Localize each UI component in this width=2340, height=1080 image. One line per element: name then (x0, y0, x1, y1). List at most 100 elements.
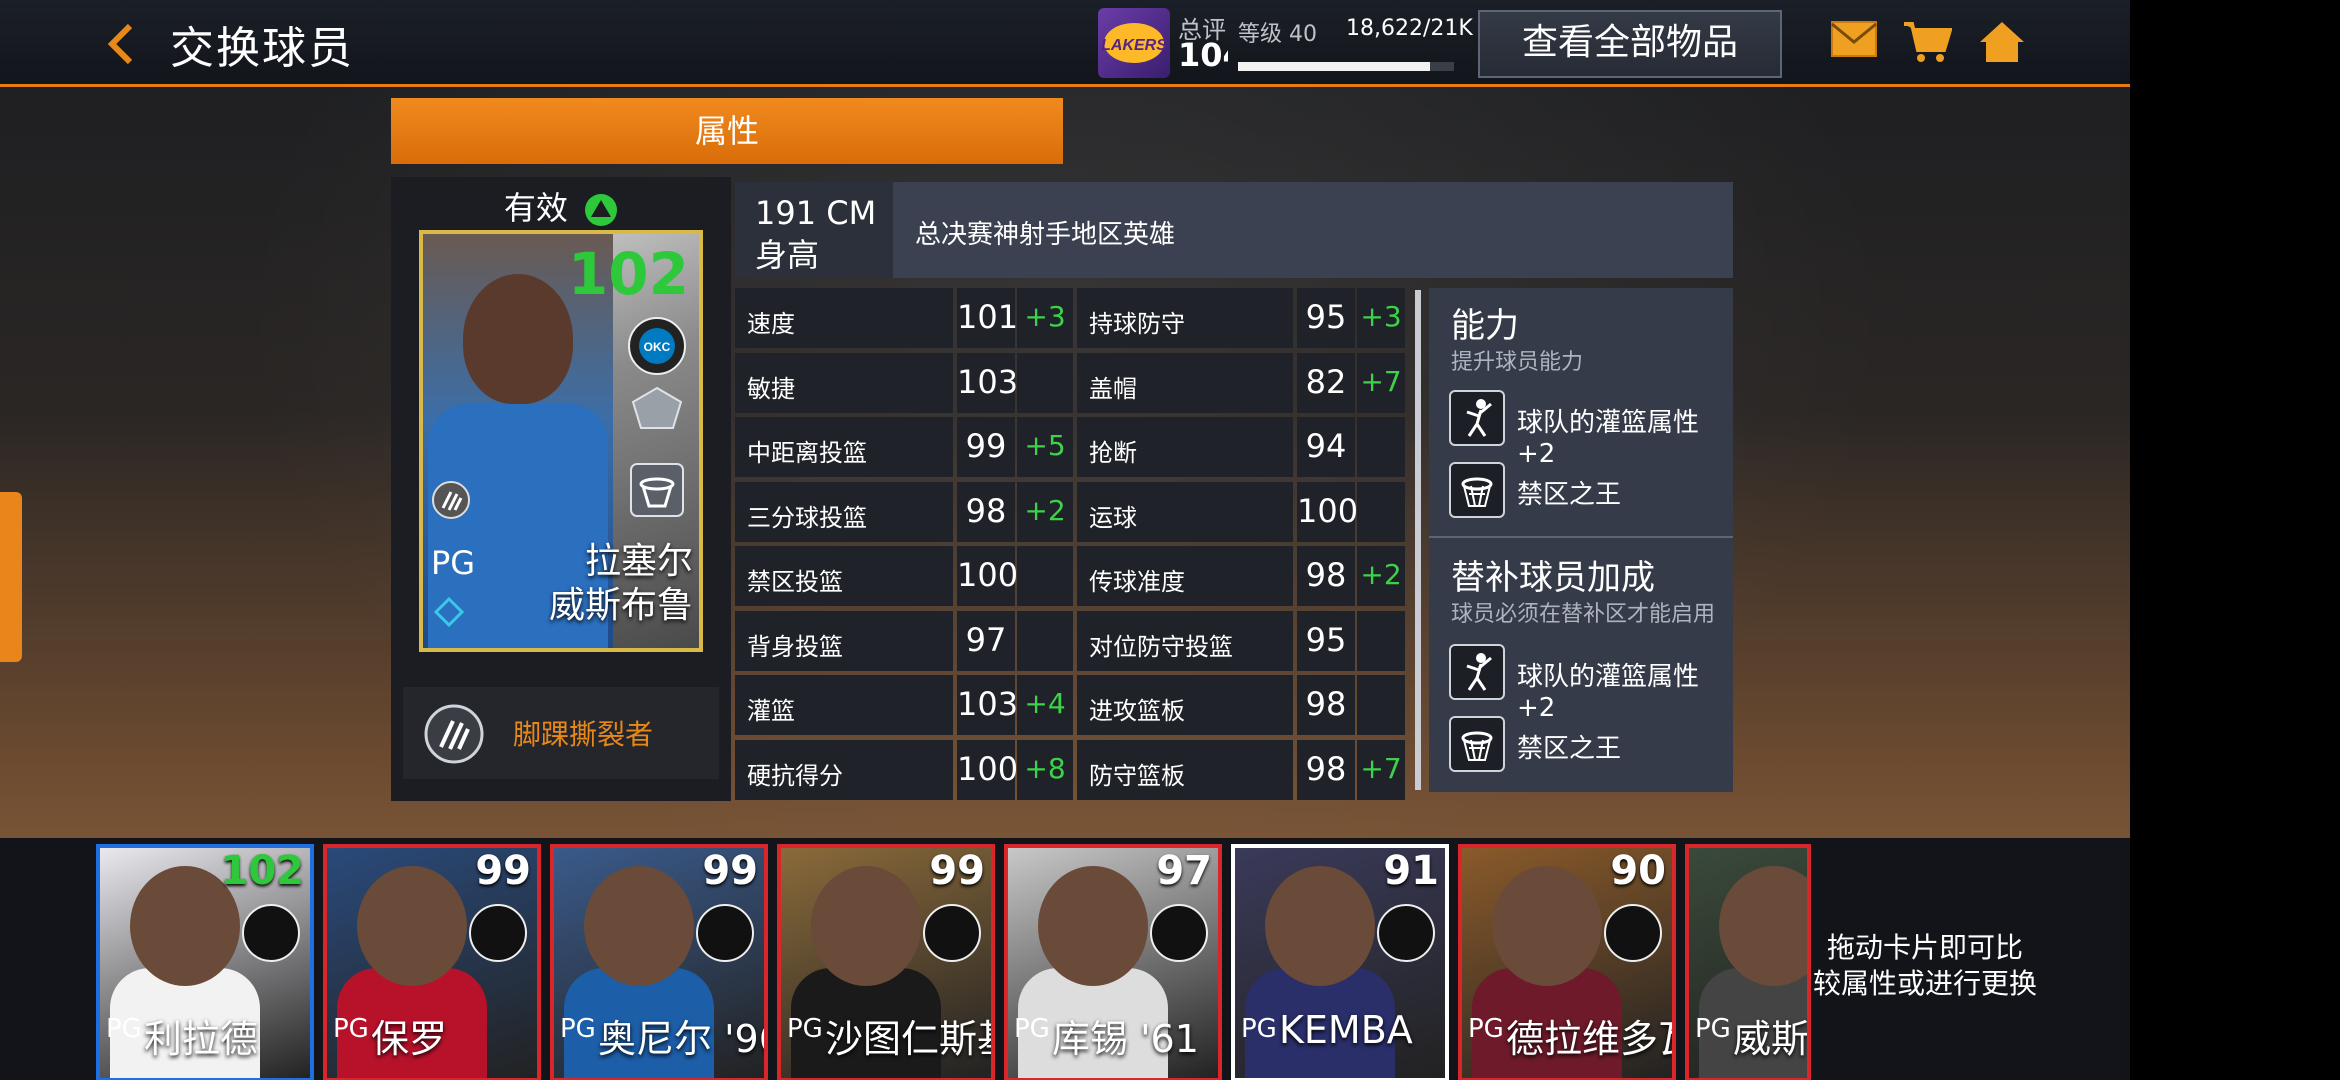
stat-name: 防守篮板 (1089, 762, 1185, 790)
claw-badge-icon (432, 481, 470, 519)
home-icon[interactable] (1978, 20, 2026, 64)
basket-badge-icon (630, 463, 684, 517)
team-badge-icon (469, 904, 527, 962)
stat-name: 速度 (747, 310, 795, 338)
stat-name: 持球防守 (1089, 310, 1185, 338)
roster-card-name: 德拉维多瓦 (1506, 1017, 1672, 1061)
stat-value: 82 (1305, 363, 1347, 401)
stat-bonus-cell: +7 (1357, 740, 1405, 800)
drag-hint: 拖动卡片即可比 较属性或进行更换 (1790, 930, 2060, 1002)
stat-value: 103 (957, 363, 1019, 401)
stat-name-cell: 禁区投篮 (735, 546, 953, 606)
roster-card-position: PG (333, 1014, 369, 1044)
roster-card-name: 利拉德 (144, 1017, 259, 1061)
stat-bonus-cell: +2 (1357, 546, 1405, 606)
team-badge-icon (1150, 904, 1208, 962)
roster-card[interactable]: 99 PG 保罗 (323, 844, 541, 1080)
signature-skill[interactable]: 脚踝撕裂者 (403, 687, 719, 779)
stat-bonus-cell: +8 (1017, 740, 1073, 800)
roster-card-photo (1492, 866, 1602, 986)
stat-bonus: +3 (1360, 300, 1402, 333)
roster-card-position: PG (1695, 1014, 1731, 1044)
stat-value: 98 (1305, 750, 1347, 788)
stat-name: 运球 (1089, 504, 1137, 532)
xp-progress-fill (1238, 62, 1431, 71)
stat-value-cell: 98 (957, 482, 1015, 542)
stat-value-cell: 82 (1297, 353, 1355, 413)
stat-value: 101 (957, 298, 1019, 336)
stat-bonus-cell (1357, 611, 1405, 671)
player-card[interactable]: 102 OKC PG 拉塞尔 威斯布鲁 (419, 230, 703, 652)
game-stage: 交换球员 LAKERS 总评 104 等级 40 18,622/21K 查看全部… (0, 0, 2130, 1080)
mail-icon[interactable] (1830, 20, 1878, 58)
roster-card-name: 威斯布鲁 (1733, 1017, 1810, 1061)
roster-card[interactable]: 99 PG 奥尼尔 '96 (550, 844, 768, 1080)
ability-title: 能力 (1451, 306, 1519, 346)
player-name-line2: 威斯布鲁 (548, 585, 693, 626)
roster-card-name: 保罗 (371, 1017, 448, 1061)
roster-card-photo (584, 866, 694, 986)
team-badge-icon (1377, 904, 1435, 962)
stat-bonus: +5 (1024, 429, 1066, 462)
roster-card-rating: 99 (929, 848, 985, 894)
stat-name: 传球准度 (1089, 568, 1185, 596)
tier-emblem-icon (631, 386, 683, 429)
roster-card-photo (1265, 866, 1375, 986)
roster-card-photo (357, 866, 467, 986)
height-block: 191 CM 身高 (735, 182, 893, 278)
player-name-line1: 拉塞尔 (584, 541, 693, 582)
stat-name-cell: 对位防守投篮 (1077, 611, 1293, 671)
xp-progress-bar (1238, 62, 1454, 71)
stat-name-cell: 运球 (1077, 482, 1293, 542)
bench-title: 替补球员加成 (1451, 558, 1655, 598)
roster-card[interactable]: 90 PG德拉维多瓦 (1458, 844, 1676, 1080)
stat-name-cell: 灌篮 (735, 675, 953, 735)
stat-bonus-cell: +2 (1017, 482, 1073, 542)
back-arrow-icon[interactable] (104, 22, 138, 66)
diamond-icon (433, 596, 465, 628)
stat-bonus-cell: +5 (1017, 417, 1073, 477)
team-logo: LAKERS (1098, 8, 1170, 78)
roster-card-position: PG (1014, 1014, 1050, 1044)
stat-value-cell: 101 (957, 288, 1019, 348)
stat-value: 98 (1305, 556, 1347, 594)
stat-value: 100 (957, 556, 1019, 594)
drag-hint-line1: 拖动卡片即可比 (1826, 931, 2023, 964)
stat-bonus-cell (1357, 482, 1405, 542)
stat-name-cell: 持球防守 (1077, 288, 1293, 348)
cart-icon[interactable] (1902, 20, 1952, 64)
stat-bonus: +8 (1024, 752, 1066, 785)
scroll-divider[interactable] (1415, 290, 1421, 790)
roster-card-name: 奥尼尔 '96 (598, 1017, 768, 1061)
stat-value: 94 (1305, 427, 1347, 465)
ability-item-1: 球队的灌篮属性+2 (1517, 408, 1700, 469)
view-all-items-button[interactable]: 查看全部物品 (1478, 10, 1782, 78)
roster-card-rating: 99 (702, 848, 758, 894)
dunk-icon (1449, 644, 1505, 700)
tab-attributes[interactable]: 属性 (391, 98, 1063, 164)
player-position: PG (431, 544, 476, 582)
stat-name-cell: 背身投篮 (735, 611, 953, 671)
player-rating: 102 (567, 240, 689, 308)
stat-name-cell: 敏捷 (735, 353, 953, 413)
stat-name: 盖帽 (1089, 375, 1137, 403)
height-value: 191 CM (755, 194, 877, 232)
roster-card[interactable]: 91 PG KEMBA (1231, 844, 1449, 1080)
stat-value: 100 (1297, 492, 1359, 530)
roster-card[interactable]: 102 PG 利拉德 (96, 844, 314, 1080)
team-badge-icon: OKC (628, 317, 686, 375)
stat-name-cell: 防守篮板 (1077, 740, 1293, 800)
roster-card[interactable]: 97 PG 库锡 '61 (1004, 844, 1222, 1080)
basket-icon (1449, 716, 1505, 772)
roster-card-photo (811, 866, 921, 986)
level-label: 等级 40 (1238, 22, 1317, 47)
stat-name: 对位防守投篮 (1089, 633, 1233, 661)
side-drawer-handle[interactable] (0, 492, 22, 662)
basket-icon (1449, 462, 1505, 518)
stat-name-cell: 盖帽 (1077, 353, 1293, 413)
roster-card-rating: 102 (220, 848, 305, 894)
stat-bonus-cell: +4 (1017, 675, 1073, 735)
stat-value-cell: 98 (1297, 675, 1355, 735)
roster-card[interactable]: 99 PG沙图仁斯基 (777, 844, 995, 1080)
stats-table: 速度 101 +3 敏捷 103 中距离投篮 99 +5 三分球投篮 98 +2 禁区投篮 100 背身投… (735, 288, 1405, 800)
